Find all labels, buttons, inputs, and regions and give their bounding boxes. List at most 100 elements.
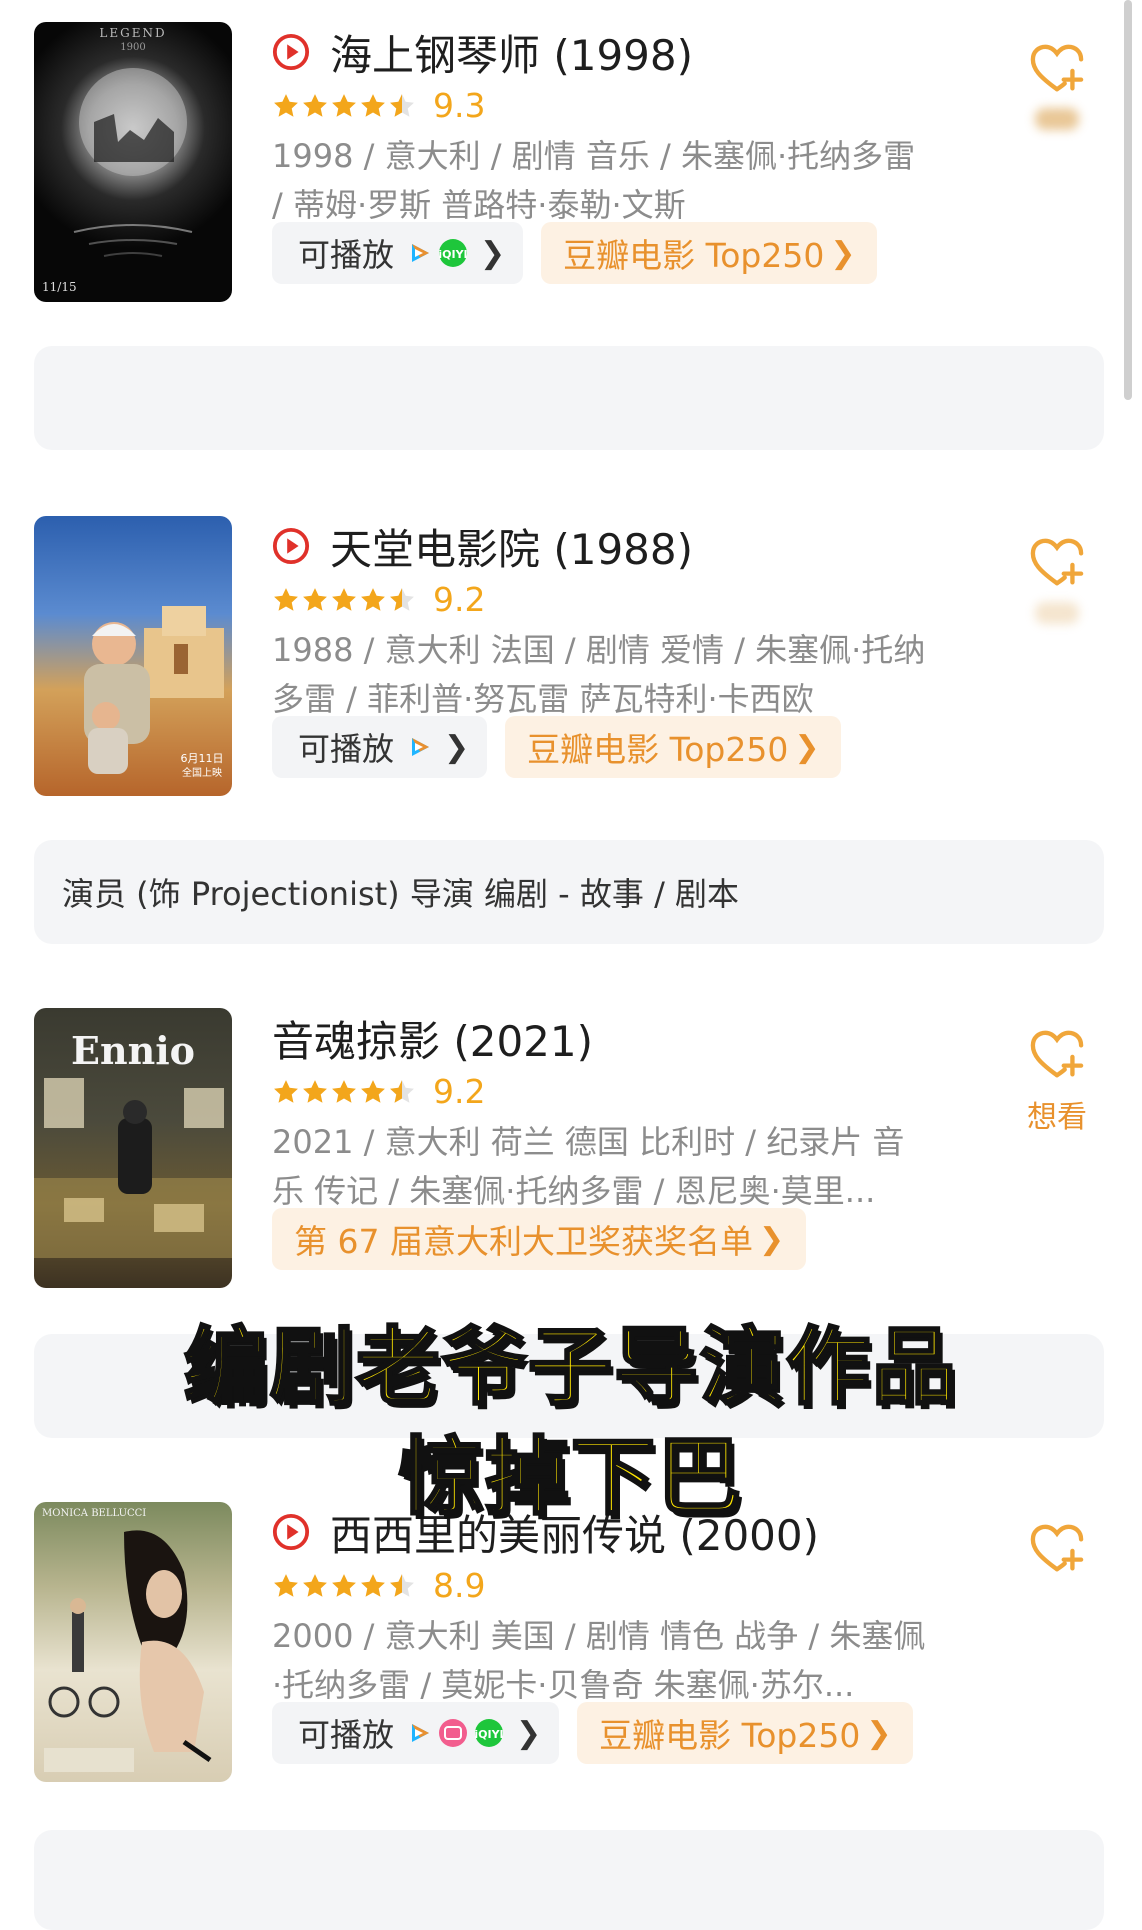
movie-poster[interactable]: LEGEND 1900 11/15 xyxy=(34,22,232,302)
rating-stars xyxy=(272,586,417,614)
rating-score: 9.2 xyxy=(433,580,486,619)
play-circle-icon[interactable] xyxy=(272,527,310,565)
movie-title-row[interactable]: 海上钢琴师 (1998) xyxy=(272,22,693,82)
star-full-icon xyxy=(272,92,300,120)
rating-row: 9.2 xyxy=(272,580,485,619)
heart-plus-icon xyxy=(1028,42,1086,96)
tencent-video-icon xyxy=(408,735,432,759)
poster-art xyxy=(73,68,193,257)
movie-meta: 1988 / 意大利 法国 / 剧情 爱情 / 朱塞佩·托纳多雷 / 菲利普·努… xyxy=(272,631,926,718)
rating-row: 9.2 xyxy=(272,1072,485,1111)
top250-badge[interactable]: 豆瓣电影 Top250 ❯ xyxy=(541,222,878,284)
tag-row: 可播放 ❯ 豆瓣电影 Top250 ❯ xyxy=(272,222,878,284)
iqiyi-icon xyxy=(474,1718,504,1748)
rating-stars xyxy=(272,1572,417,1600)
poster-release-text: 全国上映 xyxy=(182,766,222,779)
playable-label: 可播放 xyxy=(298,730,395,768)
star-full-icon xyxy=(359,586,387,614)
chevron-right-icon: ❯ xyxy=(794,729,820,765)
playable-label: 可播放 xyxy=(298,236,395,274)
star-full-icon xyxy=(359,92,387,120)
playable-button[interactable]: 可播放 ❯ xyxy=(272,1702,560,1764)
movie-poster[interactable]: MONICA BELLUCCI xyxy=(34,1502,232,1782)
movie-meta: 2021 / 意大利 荷兰 德国 比利时 / 纪录片 音乐 传记 / 朱塞佩·托… xyxy=(272,1123,905,1210)
star-half-icon xyxy=(388,92,416,120)
rating-row: 8.9 xyxy=(272,1566,485,1605)
overlay-caption-line1: 编剧老爷子导演作品 xyxy=(182,1317,958,1418)
top250-label: 豆瓣电影 Top250 xyxy=(599,1716,861,1755)
poster-art xyxy=(44,1530,212,1772)
wish-button[interactable] xyxy=(1022,42,1092,130)
star-full-icon xyxy=(359,1078,387,1106)
chevron-right-icon: ❯ xyxy=(830,235,856,271)
playable-button[interactable]: 可播放 ❯ xyxy=(272,222,524,284)
playable-label: 可播放 xyxy=(298,1716,395,1754)
star-full-icon xyxy=(359,1572,387,1600)
chevron-right-icon: ❯ xyxy=(480,235,506,271)
tag-row: 可播放 ❯ 豆瓣电影 Top250 ❯ xyxy=(272,716,842,778)
chevron-right-icon: ❯ xyxy=(444,729,470,765)
rating-score: 9.2 xyxy=(433,1072,486,1111)
heart-plus-icon xyxy=(1028,1028,1086,1082)
wish-label-blurred xyxy=(1035,602,1079,624)
movie-title-row[interactable]: 音魂掠影 (2021) xyxy=(272,1008,593,1068)
rating-stars xyxy=(272,92,417,120)
movie-meta: 1998 / 意大利 / 剧情 音乐 / 朱塞佩·托纳多雷 / 蒂姆·罗斯 普路… xyxy=(272,137,916,224)
movie-title[interactable]: 音魂掠影 (2021) xyxy=(272,1008,593,1069)
star-full-icon xyxy=(301,1078,329,1106)
rating-score: 9.3 xyxy=(433,86,486,125)
cast-role-panel[interactable]: 演员 (饰 Projectionist) 导演 编剧 - 故事 / 剧本 xyxy=(34,840,1104,944)
info-panel-empty[interactable] xyxy=(34,1830,1104,1930)
movie-meta: 2000 / 意大利 美国 / 剧情 情色 战争 / 朱塞佩·托纳多雷 / 莫妮… xyxy=(272,1617,926,1704)
tag-row: 可播放 ❯ 豆瓣电影 Top250 ❯ xyxy=(272,1702,914,1764)
star-full-icon xyxy=(301,92,329,120)
movie-poster[interactable]: 6月11日 全国上映 xyxy=(34,516,232,796)
star-half-icon xyxy=(388,586,416,614)
iqiyi-icon xyxy=(438,238,468,268)
star-full-icon xyxy=(272,1078,300,1106)
heart-plus-icon xyxy=(1028,536,1086,590)
poster-subtitle-text: 1900 xyxy=(120,42,146,53)
rating-row: 9.3 xyxy=(272,86,485,125)
top250-label: 豆瓣电影 Top250 xyxy=(563,236,825,275)
poster-date-text: 11/15 xyxy=(42,280,77,294)
movie-poster[interactable]: Ennio xyxy=(34,1008,232,1288)
star-full-icon xyxy=(330,92,358,120)
top250-badge[interactable]: 豆瓣电影 Top250 ❯ xyxy=(577,1702,914,1764)
wish-button[interactable]: 想看 xyxy=(1022,1028,1092,1135)
award-label: 第 67 届意大利大卫奖获奖名单 xyxy=(294,1222,753,1261)
scrollbar[interactable] xyxy=(1124,0,1132,400)
award-badge[interactable]: 第 67 届意大利大卫奖获奖名单 ❯ xyxy=(272,1208,807,1270)
chevron-right-icon: ❯ xyxy=(516,1715,542,1751)
star-full-icon xyxy=(330,586,358,614)
wish-button[interactable] xyxy=(1022,536,1092,624)
poster-art: 6月11日 全国上映 xyxy=(84,606,224,779)
top250-label: 豆瓣电影 Top250 xyxy=(527,730,789,769)
star-full-icon xyxy=(301,1572,329,1600)
poster-date-text: 6月11日 xyxy=(181,752,224,765)
tencent-video-icon xyxy=(408,241,432,265)
chevron-right-icon: ❯ xyxy=(758,1221,785,1257)
star-half-icon xyxy=(388,1572,416,1600)
tag-row: 第 67 届意大利大卫奖获奖名单 ❯ xyxy=(272,1208,807,1270)
overlay-caption-line2: 惊掉下巴 xyxy=(397,1427,743,1528)
movie-title[interactable]: 天堂电影院 (1988) xyxy=(330,516,693,577)
wish-label: 想看 xyxy=(1027,1100,1087,1135)
star-full-icon xyxy=(301,586,329,614)
bilibili-icon xyxy=(438,1718,468,1748)
play-circle-icon[interactable] xyxy=(272,33,310,71)
tencent-video-icon xyxy=(408,1721,432,1745)
wish-label-blurred xyxy=(1035,108,1079,130)
star-full-icon xyxy=(330,1078,358,1106)
playable-button[interactable]: 可播放 ❯ xyxy=(272,716,488,778)
star-half-icon xyxy=(388,1078,416,1106)
movie-title-row[interactable]: 天堂电影院 (1988) xyxy=(272,516,693,576)
top250-badge[interactable]: 豆瓣电影 Top250 ❯ xyxy=(505,716,842,778)
info-panel-empty[interactable] xyxy=(34,346,1104,450)
rating-score: 8.9 xyxy=(433,1566,486,1605)
movie-title[interactable]: 海上钢琴师 (1998) xyxy=(330,22,693,83)
star-full-icon xyxy=(272,1572,300,1600)
star-full-icon xyxy=(330,1572,358,1600)
chevron-right-icon: ❯ xyxy=(866,1715,892,1751)
star-full-icon xyxy=(272,586,300,614)
